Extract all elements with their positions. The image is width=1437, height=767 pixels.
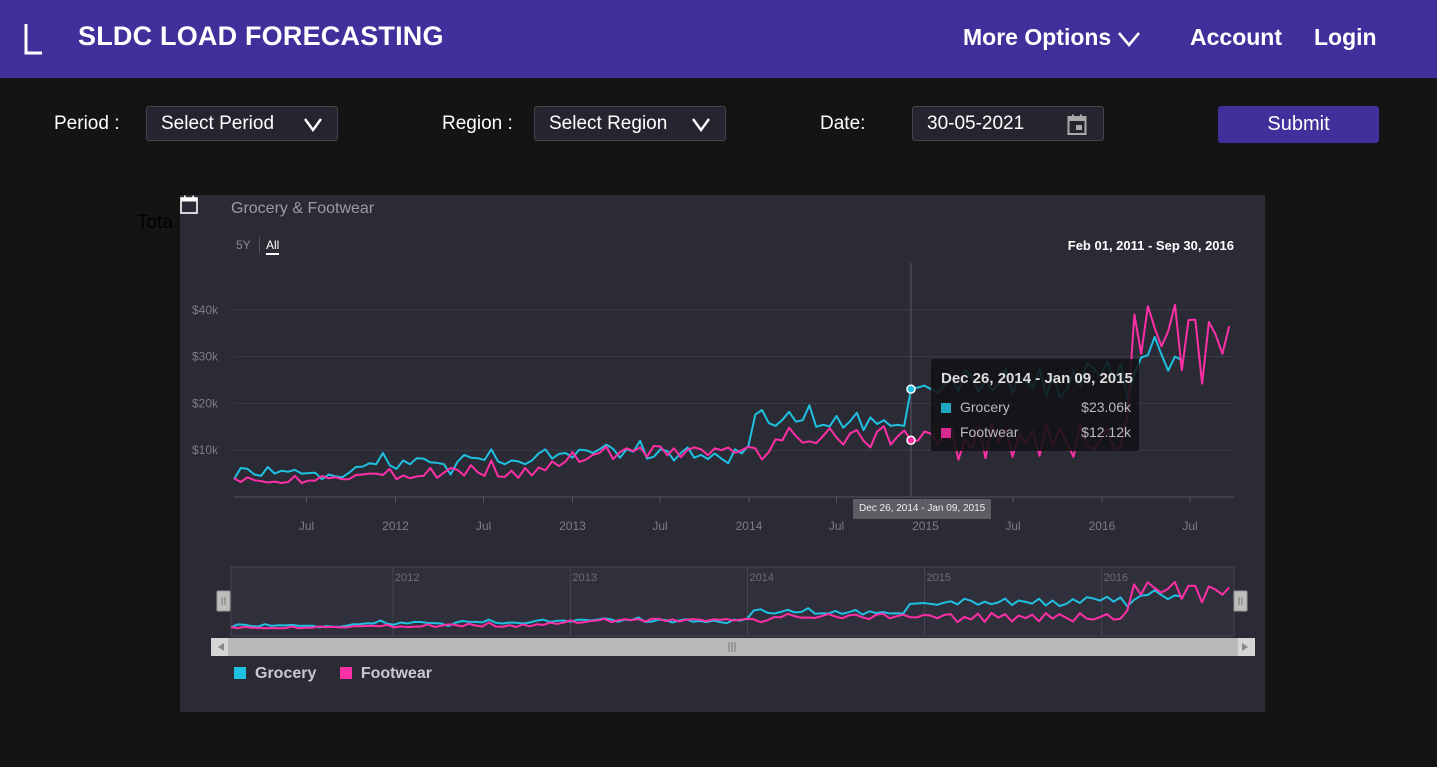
chart-panel: $10k $20k $30k $40k Jul 2012 Jul 2013 Jul 2014 Jul… [180, 195, 1265, 712]
app-title[interactable]: SLDC LOAD FORECASTING [78, 21, 444, 52]
tooltip-series-value: $12.12k [1081, 424, 1131, 440]
region-select-value: Select Region [549, 113, 668, 134]
navigator-handle [1233, 590, 1248, 612]
x-tick-label: 2014 [736, 519, 763, 533]
navigator-handle [216, 590, 231, 612]
navigator-tick-label: 2016 [1104, 572, 1128, 584]
region-select[interactable]: Select Region [534, 106, 726, 141]
x-tick-label: Jul [829, 519, 844, 533]
navigator-tick-label: 2012 [395, 572, 419, 584]
period-select-value: Select Period [161, 113, 275, 134]
calendar-icon[interactable] [1067, 114, 1087, 136]
chart-tooltip: Dec 26, 2014 - Jan 09, 2015 Grocery $23.… [931, 359, 1139, 451]
date-range-label[interactable]: Feb 01, 2011 - Sep 30, 2016 [1068, 238, 1234, 253]
legend-label: Footwear [360, 665, 432, 682]
period-label: Period : [54, 113, 120, 134]
more-options-label: More Options [963, 24, 1112, 50]
range-button-5y[interactable]: 5Y [236, 238, 251, 252]
hover-marker-footwear [906, 435, 916, 446]
tooltip-row-footwear: Footwear $12.12k [941, 424, 1131, 440]
tooltip-row-grocery: Grocery $23.06k [941, 399, 1131, 415]
crosshair-x-label: Dec 26, 2014 - Jan 09, 2015 [853, 499, 992, 519]
scrollbar-thumb [228, 638, 1238, 656]
background-text: Tota [137, 212, 173, 233]
more-options-menu[interactable]: More Options [963, 24, 1141, 51]
submit-button[interactable]: Submit [1218, 106, 1379, 143]
tooltip-series-name: Grocery [960, 399, 1010, 415]
legend-swatch [941, 403, 951, 413]
letter-l-logo-icon[interactable] [22, 22, 46, 56]
x-tick-label: Jul [1182, 519, 1197, 533]
tooltip-series-value: $23.06k [1081, 399, 1131, 415]
hover-marker-grocery [906, 384, 916, 394]
x-tick-label: 2016 [1089, 519, 1116, 533]
x-tick-label: Jul [299, 519, 314, 533]
account-link[interactable]: Account [1190, 24, 1282, 51]
chevron-down-icon [1118, 32, 1141, 47]
date-label: Date: [820, 113, 866, 134]
tooltip-series-name: Footwear [960, 424, 1019, 440]
x-tick-label: 2015 [912, 519, 939, 533]
chevron-down-icon [692, 118, 710, 132]
legend-item-footwear[interactable]: Footwear [339, 665, 432, 683]
top-navbar: SLDC LOAD FORECASTING More Options Accou… [0, 0, 1437, 78]
tooltip-title: Dec 26, 2014 - Jan 09, 2015 [941, 370, 1133, 387]
x-tick-label: 2012 [382, 519, 409, 533]
chart-svg[interactable]: $10k $20k $30k $40k Jul 2012 Jul 2013 Jul 2014 Jul… [180, 195, 1265, 712]
chart-title: Grocery & Footwear [231, 200, 375, 217]
login-link[interactable]: Login [1314, 24, 1377, 51]
y-tick-label: $30k [192, 350, 219, 364]
region-label: Region : [442, 113, 513, 134]
date-input[interactable]: 30-05-2021 [912, 106, 1104, 141]
legend-swatch [234, 667, 246, 679]
x-tick-label: Jul [1005, 519, 1020, 533]
navigator-tick-label: 2015 [927, 572, 951, 584]
chevron-down-icon [304, 118, 322, 132]
x-tick-label: 2013 [559, 519, 586, 533]
legend-swatch [339, 667, 352, 679]
period-select[interactable]: Select Period [146, 106, 338, 141]
x-tick-label: Jul [652, 519, 667, 533]
x-tick-label: Jul [476, 519, 491, 533]
navigator-tick-label: 2014 [750, 572, 774, 584]
range-separator [259, 237, 260, 253]
calendar-icon[interactable] [180, 195, 198, 214]
y-tick-label: $20k [192, 396, 219, 410]
legend-item-grocery[interactable]: Grocery [234, 665, 316, 683]
y-tick-label: $10k [192, 443, 219, 457]
legend-swatch [941, 428, 951, 438]
legend-label: Grocery [255, 665, 317, 682]
y-tick-label: $40k [192, 303, 219, 317]
range-button-all[interactable]: All [266, 238, 280, 255]
navigator-tick-label: 2013 [573, 572, 597, 584]
date-input-value: 30-05-2021 [927, 113, 1025, 134]
chart-legend: Grocery Footwear [234, 665, 451, 683]
